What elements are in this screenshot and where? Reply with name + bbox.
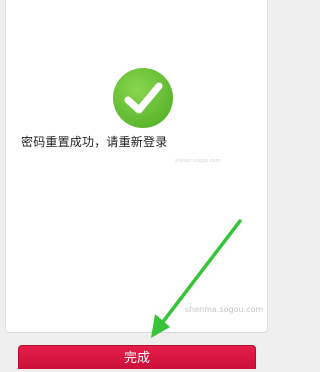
result-card: 密码重置成功，请重新登录 [5, 0, 268, 333]
checkmark-icon [113, 68, 173, 128]
finish-button[interactable]: 完成 [18, 345, 256, 369]
success-message: 密码重置成功，请重新登录 [21, 135, 168, 149]
watermark-text: shinan.sogou.com [175, 158, 221, 164]
corner-watermark: shenma.sogou.com [185, 305, 264, 314]
